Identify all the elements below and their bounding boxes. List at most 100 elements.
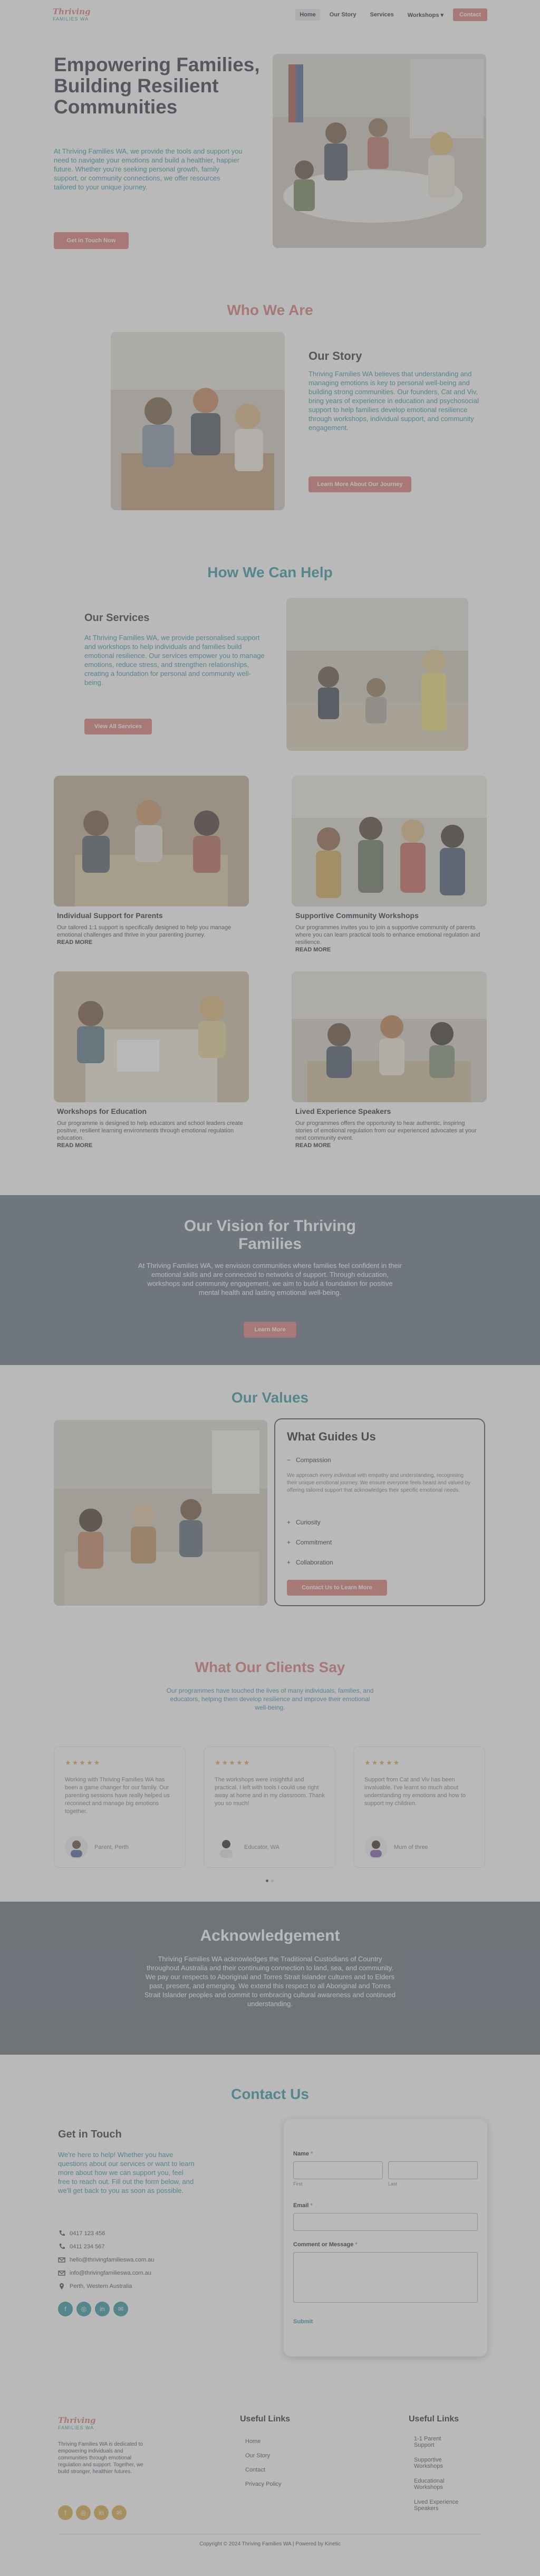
copyright: Copyright © 2024 Thriving Families WA | …	[199, 2541, 341, 2547]
group-activity-illustration	[54, 776, 249, 907]
carousel-dot[interactable]	[271, 1879, 274, 1882]
phone-item[interactable]: 0417 123 456	[58, 2230, 105, 2237]
contact-learn-more-button[interactable]: Contact Us to Learn More	[287, 1580, 387, 1596]
facebook-icon[interactable]: f	[58, 2302, 73, 2316]
testimonial-quote: Working with Thriving Families WA has be…	[65, 1777, 170, 1815]
message-textarea[interactable]	[293, 2252, 478, 2303]
view-all-services-button[interactable]: View All Services	[84, 719, 152, 734]
site-footer: Thriving FAMILIES WA Thriving Families W…	[0, 2388, 540, 2576]
what-guides-us-title: What Guides Us	[287, 1430, 376, 1443]
email-input[interactable]	[293, 2213, 478, 2231]
hero-text: At Thriving Families WA, we provide the …	[54, 147, 243, 191]
nav-workshops[interactable]: Workshops ▾	[403, 9, 448, 21]
phone-item[interactable]: 0411 234 567	[58, 2243, 104, 2250]
acknowledgement-section: Acknowledgement Thriving Families WA ack…	[0, 1902, 540, 2055]
last-name-input[interactable]	[388, 2161, 478, 2179]
phone-icon	[59, 2244, 65, 2249]
seminar-photo-illustration	[54, 1420, 267, 1606]
footer-link-contact[interactable]: Contact	[245, 2467, 265, 2473]
envelope-icon	[58, 2270, 65, 2276]
nav-our-story[interactable]: Our Story	[325, 9, 361, 21]
testimonial-author: Mum of three	[394, 1844, 428, 1850]
avatar	[364, 1836, 388, 1859]
testimonial-card: ★★★★★ Working with Thriving Families WA …	[54, 1747, 186, 1868]
testimonials-intro: Our programmes have touched the lives of…	[166, 1687, 374, 1711]
card-title-community[interactable]: Supportive Community Workshops	[295, 911, 419, 920]
facebook-icon[interactable]: f	[58, 2505, 73, 2520]
avatar	[215, 1836, 238, 1859]
instagram-icon[interactable]: ◎	[76, 2505, 91, 2520]
contact-form: Name * First Last Email * Comment or Mes…	[284, 2119, 487, 2356]
carousel-dots[interactable]	[266, 1879, 274, 1883]
values-accordion: What Guides Us − Compassion We approach e…	[274, 1418, 485, 1606]
acknowledgement-text: Thriving Families WA acknowledges the Tr…	[144, 1955, 396, 2008]
card-title-education[interactable]: Workshops for Education	[57, 1107, 147, 1115]
footer-about: Thriving Families WA is dedicated to emp…	[58, 2441, 143, 2475]
footer-link-educational[interactable]: Educational Workshops	[414, 2478, 461, 2491]
testimonial-author: Parent, Perth	[94, 1844, 129, 1850]
hero-title: Empowering Families, Building Resilient …	[54, 54, 260, 118]
accordion-item-commitment[interactable]: + Commitment	[287, 1539, 332, 1546]
accordion-label: Compassion	[296, 1456, 331, 1464]
footer-link-parent-support[interactable]: 1-1 Parent Support	[414, 2436, 461, 2448]
last-label: Last	[388, 2181, 398, 2187]
phone-number: 0417 123 456	[70, 2230, 105, 2237]
learn-more-journey-button[interactable]: Learn More About Our Journey	[308, 476, 411, 492]
card-desc-parents: Our tailored 1:1 support is specifically…	[57, 924, 232, 938]
footer-logo[interactable]: Thriving FAMILIES WA	[58, 2417, 95, 2430]
read-more-link[interactable]: READ MORE	[295, 947, 331, 953]
footer-link-speakers[interactable]: Lived Experience Speakers	[414, 2499, 461, 2512]
email-item[interactable]: info@thrivingfamilieswa.com.au	[58, 2269, 151, 2277]
contact-us-title: Contact Us	[231, 2086, 309, 2102]
accordion-item-curiosity[interactable]: + Curiosity	[287, 1519, 321, 1526]
read-more-link[interactable]: READ MORE	[57, 939, 92, 946]
card-text-education: Our programme is designed to help educat…	[57, 1120, 244, 1149]
accordion-item-compassion[interactable]: − Compassion	[287, 1456, 331, 1464]
our-story-title: Our Story	[308, 349, 362, 362]
accordion-item-collaboration[interactable]: + Collaboration	[287, 1559, 333, 1566]
star-rating: ★★★★★	[215, 1759, 251, 1767]
first-name-input[interactable]	[293, 2161, 383, 2179]
phone-icon	[59, 2230, 65, 2236]
footer-links-title: Useful Links	[240, 2415, 291, 2424]
avatar	[65, 1836, 88, 1859]
email-social-icon[interactable]: ✉	[113, 2302, 128, 2316]
vision-text: At Thriving Families WA, we envision com…	[138, 1262, 402, 1296]
linkedin-icon[interactable]: in	[95, 2302, 110, 2316]
vision-learn-more-button[interactable]: Learn More	[244, 1322, 296, 1338]
footer-link-our-story[interactable]: Our Story	[245, 2453, 270, 2459]
footer-link-workshops[interactable]: Supportive Workshops	[414, 2457, 461, 2469]
story-image	[111, 332, 285, 510]
card-image-parents	[54, 776, 249, 907]
read-more-link[interactable]: READ MORE	[295, 1142, 331, 1149]
footer-link-home[interactable]: Home	[245, 2438, 261, 2445]
get-in-touch-button[interactable]: Get in Touch Now	[54, 232, 129, 249]
submit-button[interactable]: Submit	[293, 2319, 313, 2325]
meeting-photo-illustration	[292, 971, 487, 1102]
testimonial-card: ★★★★★ Support from Cat and Viv has been …	[353, 1747, 485, 1868]
instagram-icon[interactable]: ◎	[76, 2302, 91, 2316]
name-label: Name *	[293, 2151, 313, 2157]
email-social-icon[interactable]: ✉	[112, 2505, 127, 2520]
contact-nav-button[interactable]: Contact	[453, 8, 487, 21]
our-values-title: Our Values	[231, 1389, 309, 1406]
nav-services[interactable]: Services	[365, 9, 398, 21]
email-item[interactable]: hello@thrivingfamilieswa.com.au	[58, 2256, 154, 2264]
linkedin-icon[interactable]: in	[94, 2505, 109, 2520]
card-title-speakers[interactable]: Lived Experience Speakers	[295, 1107, 391, 1115]
chevron-down-icon: ▾	[440, 12, 444, 18]
star-rating: ★★★★★	[65, 1759, 101, 1767]
card-title-parents[interactable]: Individual Support for Parents	[57, 911, 163, 920]
our-services-text: At Thriving Families WA, we provide pers…	[84, 634, 265, 686]
main-nav: Home Our Story Services Workshops ▾ Cont…	[295, 8, 487, 21]
our-story-text: Thriving Families WA believes that under…	[308, 370, 479, 432]
read-more-link[interactable]: READ MORE	[57, 1142, 92, 1149]
logo[interactable]: Thriving FAMILIES WA	[53, 8, 90, 22]
group-photo-illustration	[292, 776, 487, 907]
how-we-can-help-title: How We Can Help	[207, 564, 333, 580]
carousel-dot-active[interactable]	[266, 1879, 268, 1882]
email-label: Email *	[293, 2202, 313, 2209]
footer-link-privacy[interactable]: Privacy Policy	[245, 2481, 281, 2487]
nav-home[interactable]: Home	[295, 9, 320, 21]
card-text-community: Our programmes invites you to join a sup…	[295, 924, 483, 953]
